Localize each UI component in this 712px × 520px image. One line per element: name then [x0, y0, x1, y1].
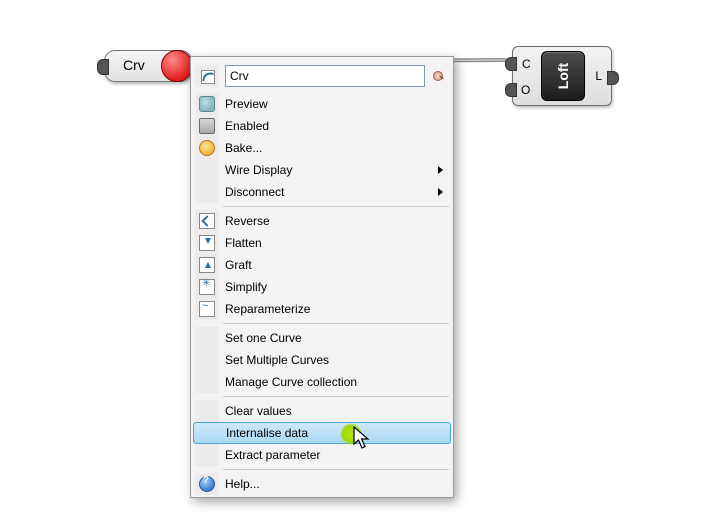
- output-label-l: L: [595, 69, 602, 83]
- menu-item-clear-values[interactable]: Clear values: [193, 400, 451, 422]
- menu-item-enabled[interactable]: Enabled: [193, 115, 451, 137]
- menu-name-row: Crv: [193, 59, 451, 93]
- menu-item-disconnect[interactable]: Disconnect: [193, 181, 451, 203]
- menu-item-label: Set Multiple Curves: [225, 353, 443, 367]
- reparam-icon: [199, 301, 215, 317]
- input-label-c: C: [522, 57, 531, 71]
- menu-item-simplify[interactable]: Simplify: [193, 276, 451, 298]
- menu-item-preview[interactable]: Preview: [193, 93, 451, 115]
- menu-item-label: Preview: [225, 97, 443, 111]
- menu-separator: [223, 206, 449, 207]
- node-label: Crv: [123, 57, 145, 73]
- colour-picker-icon[interactable]: [431, 69, 445, 83]
- simplify-icon: [199, 279, 215, 295]
- menu-separator: [223, 469, 449, 470]
- menu-item-label: Manage Curve collection: [225, 375, 443, 389]
- menu-item-graft[interactable]: Graft: [193, 254, 451, 276]
- menu-item-set-multiple-curves[interactable]: Set Multiple Curves: [193, 349, 451, 371]
- menu-item-label: Graft: [225, 258, 443, 272]
- input-label-o: O: [521, 83, 530, 97]
- input-grip-o[interactable]: [505, 83, 517, 97]
- menu-item-label: Wire Display: [225, 163, 438, 177]
- menu-item-label: Enabled: [225, 119, 443, 133]
- curve-icon: [195, 65, 219, 87]
- menu-item-label: Reverse: [225, 214, 443, 228]
- menu-separator: [223, 396, 449, 397]
- menu-item-label: Flatten: [225, 236, 443, 250]
- reverse-icon: [199, 213, 215, 229]
- node-input-grip[interactable]: [97, 59, 109, 75]
- menu-item-reparameterize[interactable]: Reparameterize: [193, 298, 451, 320]
- graft-icon: [199, 257, 215, 273]
- bake-icon: [199, 140, 215, 156]
- output-grip-l[interactable]: [607, 71, 619, 85]
- input-grip-c[interactable]: [505, 57, 517, 71]
- menu-item-extract-parameter[interactable]: Extract parameter: [193, 444, 451, 466]
- menu-item-label: Clear values: [225, 404, 443, 418]
- help-icon: [199, 476, 215, 492]
- name-input[interactable]: Crv: [225, 65, 425, 87]
- curve-parameter-node[interactable]: Crv: [104, 50, 192, 82]
- menu-item-label: Internalise data: [226, 426, 442, 440]
- loft-component-node[interactable]: C O L Loft: [512, 46, 612, 106]
- enabled-icon: [199, 118, 215, 134]
- menu-item-help[interactable]: Help...: [193, 473, 451, 495]
- menu-item-label: Set one Curve: [225, 331, 443, 345]
- flatten-icon: [199, 235, 215, 251]
- menu-item-label: Disconnect: [225, 185, 438, 199]
- menu-item-label: Simplify: [225, 280, 443, 294]
- preview-icon: [199, 96, 215, 112]
- menu-separator: [223, 323, 449, 324]
- menu-item-label: Bake...: [225, 141, 443, 155]
- menu-item-wire-display[interactable]: Wire Display: [193, 159, 451, 181]
- component-name: Loft: [555, 63, 571, 89]
- menu-item-label: Extract parameter: [225, 448, 443, 462]
- submenu-arrow-icon: [438, 166, 443, 174]
- component-core: Loft: [541, 51, 585, 101]
- menu-item-label: Reparameterize: [225, 302, 443, 316]
- context-menu[interactable]: Crv Preview Enabled Bake... Wire Display…: [190, 56, 454, 498]
- menu-item-label: Help...: [225, 477, 443, 491]
- menu-item-flatten[interactable]: Flatten: [193, 232, 451, 254]
- menu-item-set-one-curve[interactable]: Set one Curve: [193, 327, 451, 349]
- error-balloon-icon[interactable]: [161, 50, 193, 82]
- menu-item-reverse[interactable]: Reverse: [193, 210, 451, 232]
- menu-item-internalise-data[interactable]: Internalise data: [193, 422, 451, 444]
- submenu-arrow-icon: [438, 188, 443, 196]
- menu-item-bake[interactable]: Bake...: [193, 137, 451, 159]
- menu-item-manage-curve-collection[interactable]: Manage Curve collection: [193, 371, 451, 393]
